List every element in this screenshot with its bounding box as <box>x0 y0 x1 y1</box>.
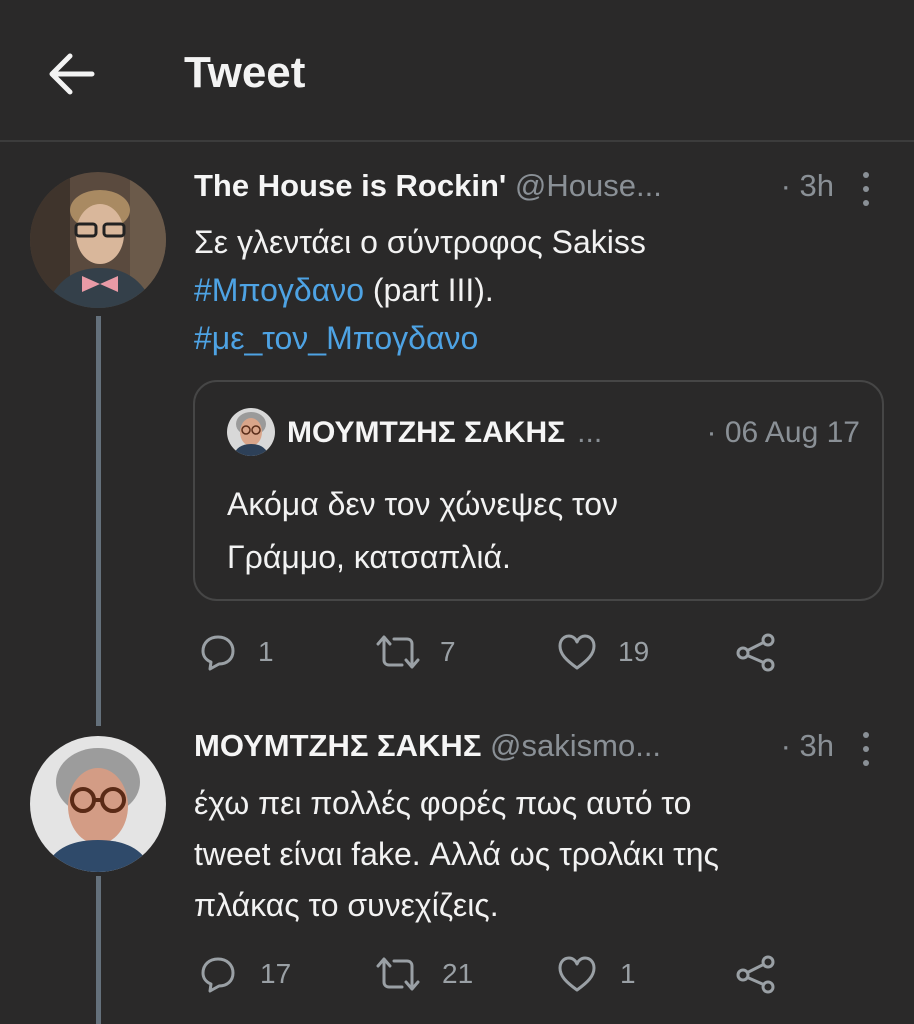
tweet-text: έχω πει πολλές φορές πως αυτό το tweet ε… <box>194 778 874 931</box>
tweet-header: The House is Rockin' @House... <box>194 168 662 212</box>
reply-count: 17 <box>260 958 292 989</box>
reply-icon <box>201 635 235 671</box>
like-count: 1 <box>620 958 636 989</box>
page-title: Tweet <box>184 48 306 97</box>
quote-text-line: Ακόμα δεν τον χώνεψες τον <box>227 486 618 522</box>
tweet-text: Σε γλεντάει ο σύντροφος Sakiss #Μπογδανο… <box>194 218 874 362</box>
tweet-text-line: #με_τον_Μπογδανο <box>194 314 874 362</box>
tweet-time[interactable]: · 3h <box>781 168 834 204</box>
retweet-icon <box>376 957 420 991</box>
tweet-text-line: tweet είναι fake. Αλλά ως τρολάκι της <box>194 836 719 872</box>
back-button[interactable] <box>44 48 100 100</box>
share-button[interactable] <box>734 954 778 994</box>
retweet-icon <box>376 635 420 669</box>
reply-count: 1 <box>258 636 274 667</box>
avatar-image <box>30 736 166 872</box>
more-icon[interactable] <box>858 170 874 210</box>
quote-header: ΜΟΥΜΤΖΗΣ ΣΑΚΗΣ... <box>227 416 602 450</box>
back-arrow-icon <box>49 53 95 95</box>
tweet-text-line: #Μπογδανο (part III). <box>194 266 874 314</box>
quote-handle-truncated: ... <box>577 416 603 449</box>
more-icon[interactable] <box>858 730 874 770</box>
reply-icon <box>201 957 235 993</box>
like-icon <box>558 956 596 992</box>
like-icon <box>558 634 596 670</box>
top-bar: Tweet <box>0 0 914 142</box>
quote-text: Ακόμα δεν τον χώνεψες τον Γράμμο, κατσαπ… <box>227 478 847 584</box>
tweet-time[interactable]: · 3h <box>781 728 834 764</box>
share-button[interactable] <box>734 632 778 672</box>
quoted-tweet[interactable]: ΜΟΥΜΤΖΗΣ ΣΑΚΗΣ... · 06 Aug 17 Ακόμα δεν … <box>193 380 884 601</box>
retweet-button[interactable]: 7 <box>374 632 474 672</box>
quote-text-line: Γράμμο, κατσαπλιά. <box>227 539 511 575</box>
author-handle[interactable]: @House... <box>515 168 662 203</box>
avatar[interactable] <box>30 172 166 308</box>
share-icon <box>736 633 775 672</box>
tweet-text-line: πλάκας το συνεχίζεις. <box>194 887 499 923</box>
reply-button[interactable]: 1 <box>198 632 288 672</box>
tweet-text-line: Σε γλεντάει ο σύντροφος Sakiss <box>194 224 646 260</box>
reply-button[interactable]: 17 <box>198 954 298 994</box>
retweet-count: 21 <box>442 958 474 989</box>
author-handle[interactable]: @sakismo... <box>490 728 661 763</box>
quote-author-name: ΜΟΥΜΤΖΗΣ ΣΑΚΗΣ <box>287 416 566 449</box>
share-icon <box>736 955 775 994</box>
like-button[interactable]: 19 <box>556 632 686 672</box>
hashtag-link[interactable]: #Μπογδανο <box>194 272 364 308</box>
avatar[interactable] <box>30 736 166 872</box>
hashtag-link[interactable]: #με_τον_Μπογδανο <box>194 320 478 356</box>
tweet-header: ΜΟΥΜΤΖΗΣ ΣΑΚΗΣ @sakismo... <box>194 728 661 772</box>
tweet-text-fragment: (part III). <box>363 272 494 308</box>
author-name[interactable]: ΜΟΥΜΤΖΗΣ ΣΑΚΗΣ <box>194 728 481 763</box>
thread-line <box>96 876 101 1024</box>
retweet-button[interactable]: 21 <box>374 954 484 994</box>
quote-time: · 06 Aug 17 <box>706 416 860 449</box>
thread-line <box>96 316 101 726</box>
like-button[interactable]: 1 <box>556 954 666 994</box>
tweet-text-line: έχω πει πολλές φορές πως αυτό το <box>194 785 692 821</box>
like-count: 19 <box>618 636 650 667</box>
retweet-count: 7 <box>440 636 456 667</box>
avatar-image <box>30 172 166 308</box>
author-name[interactable]: The House is Rockin' <box>194 168 506 203</box>
